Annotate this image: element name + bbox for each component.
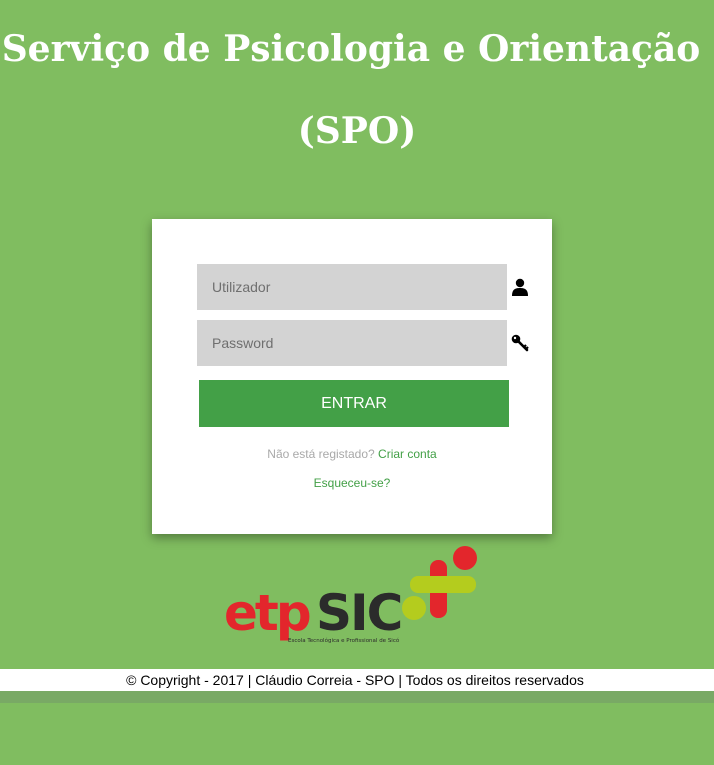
forgot-password: Esqueceu-se?	[152, 476, 552, 490]
footer-copyright: © Copyright - 2017 | Cláudio Correia - S…	[126, 672, 584, 688]
page-subtitle: (SPO)	[297, 110, 417, 152]
register-prompt-text: Não está registado?	[267, 447, 375, 461]
svg-text:SIC: SIC	[316, 584, 401, 642]
username-input[interactable]	[197, 264, 507, 310]
register-prompt: Não está registado? Criar conta	[152, 447, 552, 461]
login-card: ENTRAR Não está registado? Criar conta E…	[152, 219, 552, 534]
logo-tagline: Escola Tecnológica e Profissional de Sic…	[288, 637, 400, 644]
forgot-password-link[interactable]: Esqueceu-se?	[314, 476, 391, 490]
create-account-link[interactable]: Criar conta	[378, 447, 437, 461]
key-icon	[511, 334, 529, 352]
password-input[interactable]	[197, 320, 507, 366]
school-logo: etp SIC Escola Tecnológica e Profissiona…	[224, 546, 477, 644]
page-title: Serviço de Psicologia e Orientação	[1, 28, 701, 70]
footer-shadow	[0, 691, 714, 703]
login-button[interactable]: ENTRAR	[199, 380, 509, 427]
user-icon	[512, 278, 528, 296]
svg-text:etp: etp	[224, 584, 310, 642]
